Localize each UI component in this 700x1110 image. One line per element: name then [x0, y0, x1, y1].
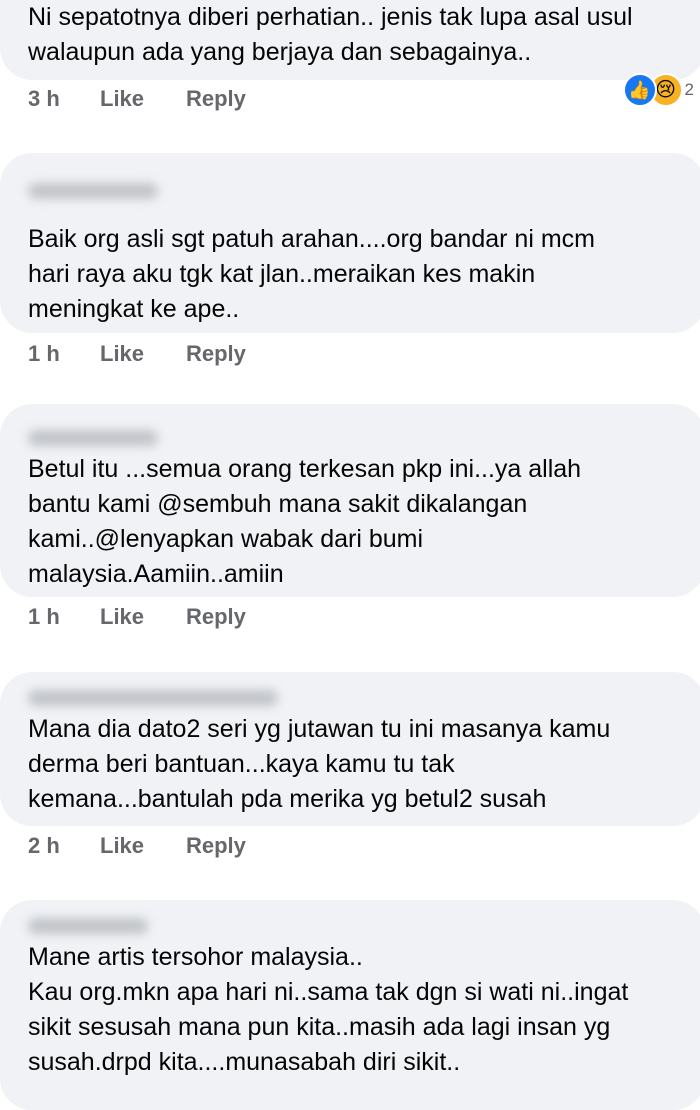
comment-bubble: Ni sepatotnya diberi perhatian.. jenis t…	[0, 0, 700, 80]
reply-button[interactable]: Reply	[186, 604, 246, 630]
reply-button[interactable]: Reply	[186, 86, 246, 112]
like-icon: 👍	[622, 73, 657, 107]
like-button[interactable]: Like	[100, 86, 186, 112]
commenter-name[interactable]	[28, 183, 158, 199]
like-button[interactable]: Like	[100, 341, 186, 367]
comment-time[interactable]: 2 h	[28, 833, 100, 859]
comment-time[interactable]: 1 h	[28, 604, 100, 630]
comment-actions: 2 h Like Reply	[28, 833, 246, 859]
comment-actions: 3 h Like Reply	[28, 86, 246, 112]
reply-button[interactable]: Reply	[186, 341, 246, 367]
comment-text: Ni sepatotnya diberi perhatian.. jenis t…	[28, 3, 633, 66]
reaction-count: 2	[684, 80, 694, 99]
like-button[interactable]: Like	[100, 604, 186, 630]
comment-text: Betul itu ...semua orang terkesan pkp in…	[28, 455, 582, 588]
commenter-name[interactable]	[28, 690, 278, 706]
comment-bubble: Betul itu ...semua orang terkesan pkp in…	[0, 404, 700, 597]
comment-bubble: Mane artis tersohor malaysia.. Kau org.m…	[0, 900, 700, 1110]
comment-text: Mane artis tersohor malaysia.. Kau org.m…	[28, 943, 629, 1076]
comment-time[interactable]: 1 h	[28, 341, 100, 367]
comment-bubble: Mana dia dato2 seri yg jutawan tu ini ma…	[0, 672, 700, 826]
comment-text: Mana dia dato2 seri yg jutawan tu ini ma…	[28, 715, 611, 813]
reply-button[interactable]: Reply	[186, 833, 246, 859]
comment-actions: 1 h Like Reply	[28, 341, 246, 367]
comment-bubble: Baik org asli sgt patuh arahan....org ba…	[0, 153, 700, 333]
comment-actions: 1 h Like Reply	[28, 604, 246, 630]
reactions-summary[interactable]: 👍 😢 2	[622, 73, 694, 107]
commenter-name[interactable]	[28, 430, 158, 446]
comment-text: Baik org asli sgt patuh arahan....org ba…	[28, 225, 595, 323]
commenter-name[interactable]	[28, 918, 148, 934]
comment-time[interactable]: 3 h	[28, 86, 100, 112]
like-button[interactable]: Like	[100, 833, 186, 859]
